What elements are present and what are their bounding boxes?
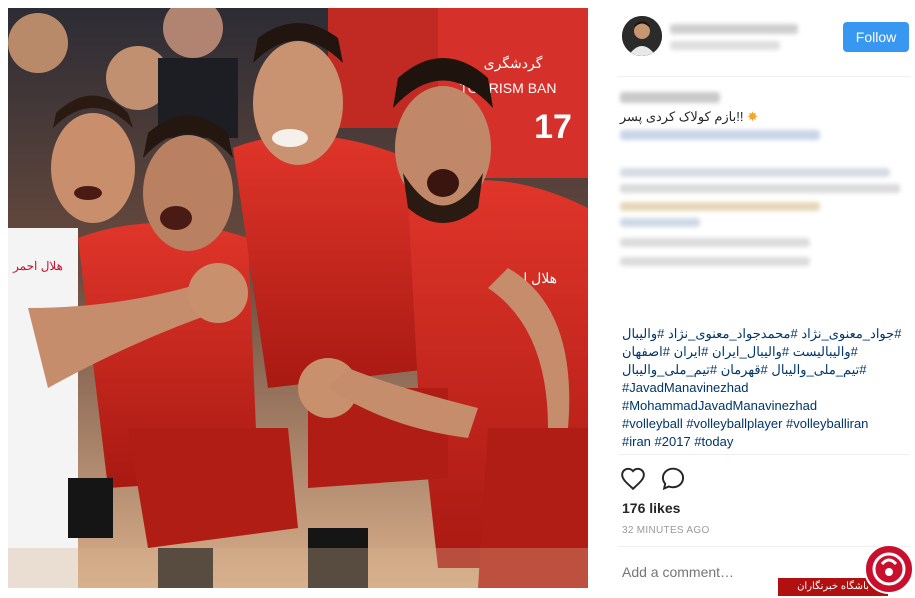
- blurred-comment-line: [620, 202, 820, 211]
- jersey-number: 17: [534, 108, 572, 146]
- like-count[interactable]: 176 likes: [622, 500, 680, 516]
- blurred-comment-line: [620, 257, 810, 266]
- avatar[interactable]: [622, 16, 662, 56]
- hashtag-line[interactable]: #JavadManavinezhad: [622, 379, 902, 397]
- header-divider: [618, 76, 910, 77]
- actions-divider: [618, 454, 910, 455]
- hashtag-line[interactable]: #MohammadJavadManavinezhad: [622, 397, 902, 415]
- team-photo-illustration: TOURISM BAN گردشگری 17 هلال احمر هلال اح…: [8, 8, 588, 588]
- follow-button[interactable]: Follow: [843, 22, 909, 52]
- post-photo[interactable]: TOURISM BAN گردشگری 17 هلال احمر هلال اح…: [8, 8, 588, 588]
- blurred-comment-line: [620, 168, 890, 177]
- blurred-comment-line: [620, 130, 820, 140]
- comment-bubble-icon[interactable]: [660, 466, 686, 492]
- blurred-comment-line: [620, 218, 700, 227]
- blurred-comment-line: [620, 238, 810, 247]
- caption-body: !!بازم کولاک کردی پسر: [619, 109, 744, 124]
- news-agency-watermark: باشگاه خبرنگاران: [778, 542, 915, 598]
- sparkle-emoji-icon: ✸: [747, 109, 758, 124]
- hashtag-line[interactable]: #والیبالیست #والیبال_ایران #ایران #اصفها…: [622, 343, 902, 361]
- blurred-comment-line: [620, 184, 900, 193]
- hashtag-line[interactable]: #iran #2017 #today: [622, 433, 902, 451]
- avatar-image: [622, 16, 662, 56]
- hashtag-line[interactable]: #تیم_ملی_والیبال #قهرمان #تیم_ملی_والیبا…: [622, 361, 902, 379]
- caption-text: ✸ !!بازم کولاک کردی پسر: [618, 109, 758, 125]
- hashtag-line[interactable]: #جواد_معنوی_نژاد #محمدجواد_معنوی_نژاد #و…: [622, 325, 902, 343]
- location-blurred[interactable]: [670, 41, 780, 50]
- username-blurred[interactable]: [670, 24, 798, 34]
- post-timestamp: 32 MINUTES AGO: [622, 525, 710, 536]
- post-sidebar: Follow ✸ !!بازم کولاک کردی پسر #جواد_معن…: [598, 8, 910, 588]
- agency-logo-icon: [864, 544, 914, 594]
- caption-author-blurred[interactable]: [620, 92, 720, 103]
- jersey-text-left: هلال احمر: [12, 259, 63, 273]
- hashtag-line[interactable]: #volleyball #volleyballplayer #volleybal…: [622, 415, 902, 433]
- hashtag-list: #جواد_معنوی_نژاد #محمدجواد_معنوی_نژاد #و…: [622, 325, 902, 451]
- heart-icon[interactable]: [620, 466, 646, 492]
- banner-text-fa: گردشگری: [484, 55, 543, 72]
